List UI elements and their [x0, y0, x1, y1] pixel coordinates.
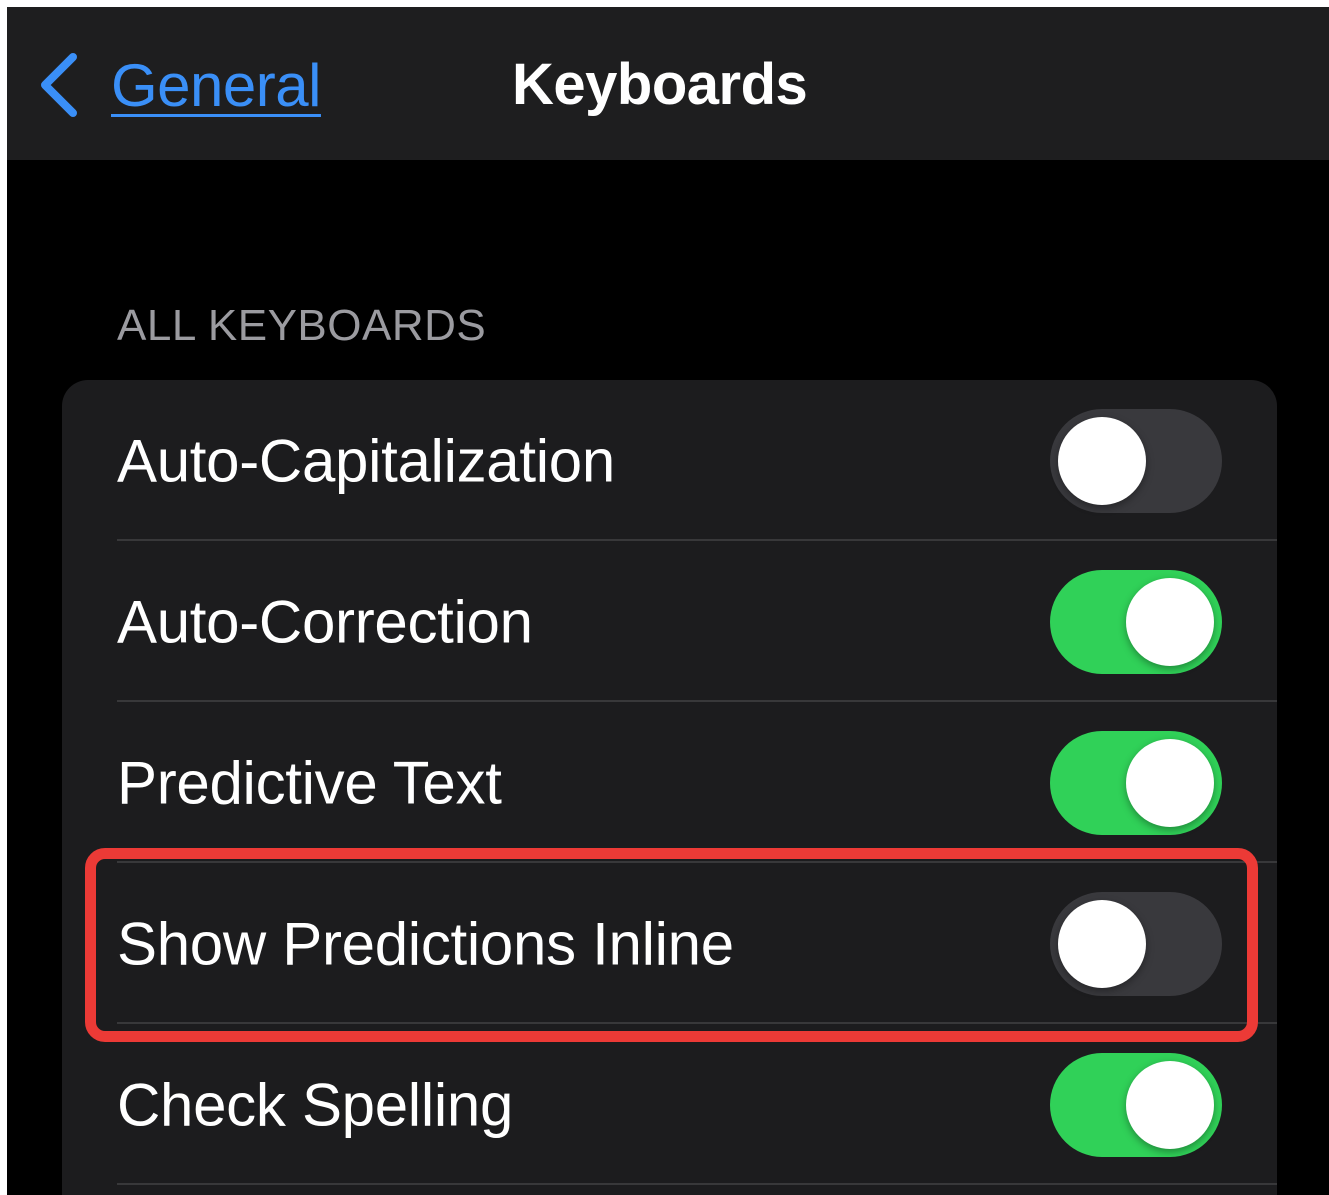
setting-label: Show Predictions Inline — [117, 910, 734, 977]
setting-row-show-predictions-inline[interactable]: Show Predictions Inline — [62, 863, 1277, 1024]
back-button[interactable]: General — [35, 49, 321, 121]
settings-screen: General Keyboards ALL KEYBOARDS Auto-Cap… — [7, 7, 1329, 1195]
row-separator — [117, 1183, 1277, 1185]
settings-group: Auto-Capitalization Auto-Correction Pred… — [62, 380, 1277, 1195]
check-spelling-toggle[interactable] — [1050, 1052, 1222, 1157]
toggle-knob — [1126, 1060, 1214, 1149]
setting-row-auto-capitalization[interactable]: Auto-Capitalization — [62, 380, 1277, 541]
auto-correction-toggle[interactable] — [1050, 569, 1222, 674]
setting-label: Check Spelling — [117, 1071, 514, 1138]
navigation-bar: General Keyboards — [7, 7, 1329, 160]
toggle-knob — [1126, 577, 1214, 666]
setting-label: Auto-Correction — [117, 588, 533, 655]
back-button-label: General — [111, 51, 321, 119]
toggle-knob — [1126, 738, 1214, 827]
setting-label: Auto-Capitalization — [117, 427, 615, 494]
setting-row-check-spelling[interactable]: Check Spelling — [62, 1024, 1277, 1185]
toggle-knob — [1058, 416, 1146, 505]
show-predictions-inline-toggle[interactable] — [1050, 891, 1222, 996]
page-title: Keyboards — [512, 52, 808, 117]
predictive-text-toggle[interactable] — [1050, 730, 1222, 835]
setting-label: Predictive Text — [117, 749, 502, 816]
auto-capitalization-toggle[interactable] — [1050, 408, 1222, 513]
toggle-knob — [1058, 899, 1146, 988]
chevron-left-icon — [41, 53, 77, 117]
section-header: ALL KEYBOARDS — [117, 301, 487, 350]
setting-row-predictive-text[interactable]: Predictive Text — [62, 702, 1277, 863]
setting-row-auto-correction[interactable]: Auto-Correction — [62, 541, 1277, 702]
